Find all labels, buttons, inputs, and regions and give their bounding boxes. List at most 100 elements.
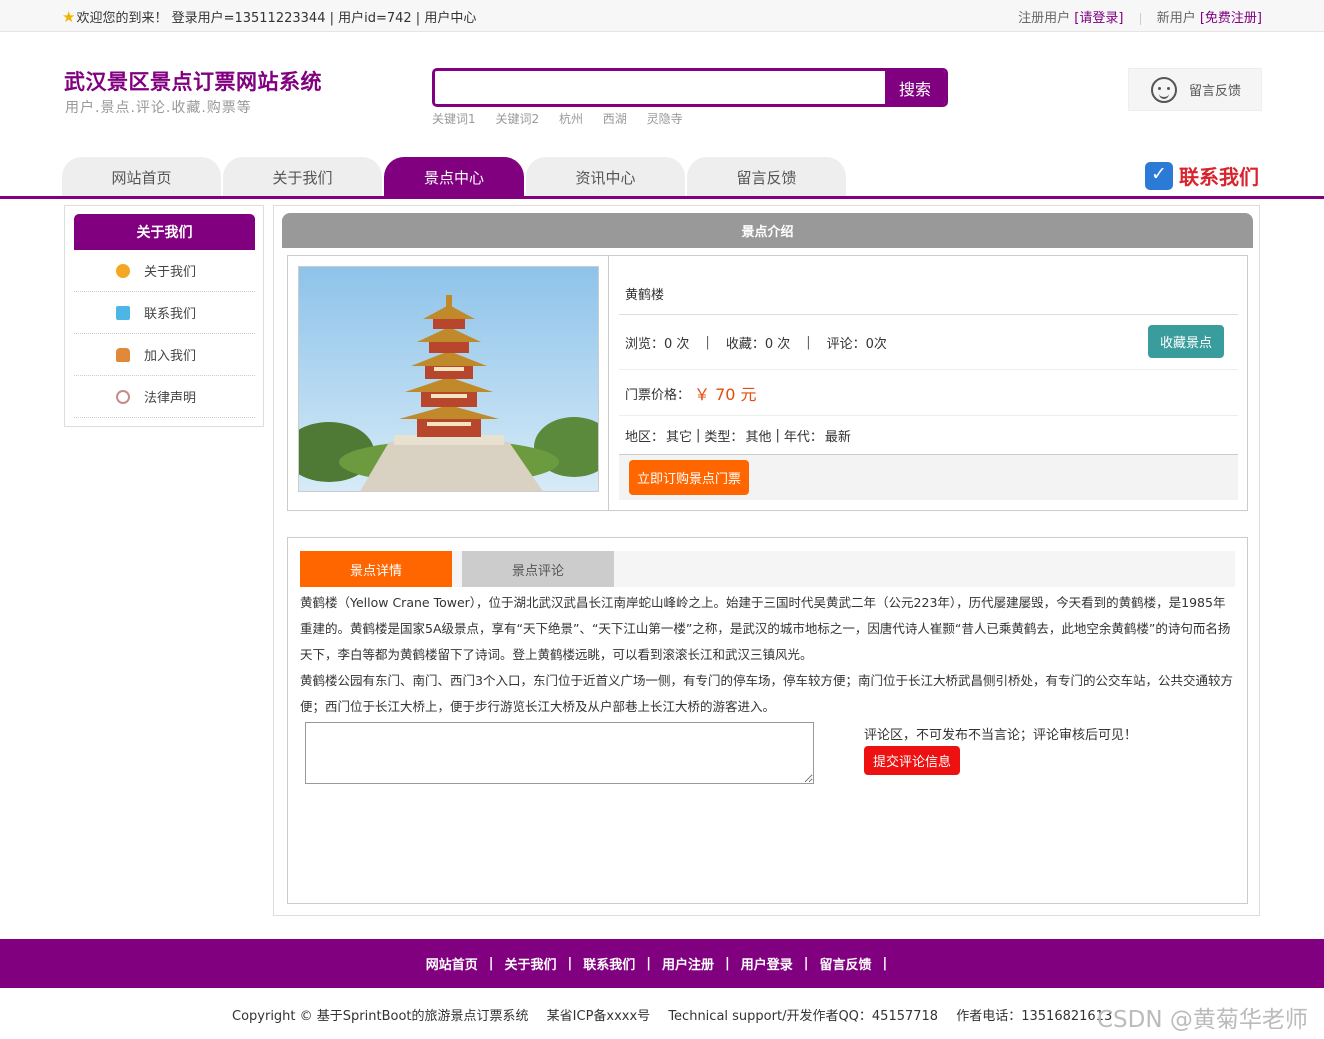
nav-underline	[0, 196, 1324, 199]
nav-news[interactable]: 资讯中心	[526, 157, 685, 197]
views-count: 0 次	[664, 336, 690, 352]
contact-label: 联系我们	[1179, 165, 1259, 189]
nav-home[interactable]: 网站首页	[62, 157, 221, 197]
type-label: 类型：	[704, 430, 744, 445]
attraction-name: 黄鹤楼	[625, 287, 665, 303]
sidebar-item-contact[interactable]: 联系我们	[74, 292, 255, 334]
copyright: Copyright © 基于SprintBoot的旅游景点订票系统 某省ICP备…	[232, 1005, 1126, 1024]
footer-link-home[interactable]: 网站首页	[426, 954, 478, 973]
divider	[1139, 12, 1141, 25]
tab-details[interactable]: 景点详情	[300, 551, 452, 587]
registered-user-label: 注册用户	[1018, 11, 1071, 26]
divider: |	[705, 334, 710, 350]
welcome-label: 欢迎您的到来！ 登录用户=13511223344 | 用户id=742 | 用户…	[76, 11, 477, 26]
submit-comment-button[interactable]: 提交评论信息	[864, 746, 961, 775]
contact-us-link[interactable]: 联系我们	[1145, 161, 1259, 190]
sidebar-item-about[interactable]: 关于我们	[74, 250, 255, 292]
section-title: 景点介绍	[282, 213, 1253, 248]
new-user-label: 新用户	[1156, 11, 1196, 26]
keyword-link[interactable]: 西湖	[603, 112, 627, 126]
price-label: 门票价格：	[625, 387, 691, 403]
auth-links: 注册用户 [请登录] 新用户 [免费注册]	[1018, 7, 1262, 26]
era-label: 年代：	[783, 430, 823, 445]
customer-service-icon	[1151, 76, 1177, 103]
contact-icon	[1145, 161, 1173, 190]
lock-icon	[116, 347, 130, 362]
feedback-label: 留言反馈	[1189, 84, 1242, 99]
nav-about[interactable]: 关于我们	[223, 157, 382, 197]
sidebar-item-label: 加入我们	[144, 349, 197, 364]
register-link[interactable]: [免费注册]	[1200, 11, 1262, 26]
hot-keywords: 关键词1 关键词2 杭州 西湖 灵隐寺	[432, 110, 699, 127]
views-label: 浏览：	[625, 336, 665, 352]
welcome-text: ★ 欢迎您的到来！ 登录用户=13511223344 | 用户id=742 | …	[62, 7, 477, 27]
image-column	[288, 256, 609, 510]
attraction-name-row: 黄鹤楼	[619, 278, 1238, 308]
favorite-button[interactable]: 收藏景点	[1148, 325, 1224, 358]
footer-link-contact[interactable]: 联系我们	[583, 954, 635, 973]
clipboard-icon	[116, 305, 130, 320]
sidebar-item-label: 关于我们	[144, 265, 197, 280]
support-text: Technical support/开发作者QQ：45157718	[668, 1009, 939, 1024]
description-paragraph: 黄鹤楼（Yellow Crane Tower），位于湖北武汉武昌长江南岸蛇山峰岭…	[300, 595, 1231, 662]
search-input[interactable]	[435, 71, 885, 104]
keyword-link[interactable]: 关键词1	[432, 112, 476, 126]
type-value: 其他	[745, 430, 772, 445]
sidebar: 关于我们 关于我们 联系我们 加入我们 法律声明	[64, 205, 264, 427]
sidebar-item-join[interactable]: 加入我们	[74, 334, 255, 376]
attraction-info: 黄鹤楼 浏览： 0 次 | 收藏： 0 次 | 评论： 0次 收藏景点 门票价格…	[287, 255, 1248, 511]
favs-label: 收藏：	[725, 336, 765, 352]
feedback-button[interactable]: 留言反馈	[1128, 68, 1262, 111]
description: 黄鹤楼（Yellow Crane Tower），位于湖北武汉武昌长江南岸蛇山峰岭…	[300, 590, 1235, 720]
nav-attractions[interactable]: 景点中心	[384, 157, 524, 197]
comment-input[interactable]	[305, 722, 814, 784]
comment-note: 评论区，不可发布不当言论；评论审核后可见！	[864, 728, 1138, 743]
site-title: 武汉景区景点订票网站系统	[64, 70, 322, 94]
search-box: 搜索	[432, 68, 948, 107]
footer-link-feedback[interactable]: 留言反馈	[820, 954, 872, 973]
detail-tabs: 景点详情 景点评论	[300, 551, 1235, 587]
stats-row: 浏览： 0 次 | 收藏： 0 次 | 评论： 0次 收藏景点	[619, 314, 1238, 370]
search-button[interactable]: 搜索	[885, 71, 945, 104]
tab-comments[interactable]: 景点评论	[462, 551, 614, 587]
sidebar-title: 关于我们	[74, 214, 255, 250]
meta-row: 地区： 其它 | 类型： 其他 | 年代： 最新	[625, 428, 851, 445]
footer-link-register[interactable]: 用户注册	[662, 954, 714, 973]
detail-panel: 景点详情 景点评论 黄鹤楼（Yellow Crane Tower），位于湖北武汉…	[287, 537, 1248, 904]
site-subtitle: 用户.景点.评论.收藏.购票等	[65, 100, 252, 116]
footer-link-login[interactable]: 用户登录	[741, 954, 793, 973]
main-content: 景点介绍 黄鹤楼 浏览： 0 次 | 收藏： 0 次 | 评论： 0次 收藏景点…	[273, 205, 1260, 916]
login-link[interactable]: [请登录]	[1074, 11, 1123, 26]
sidebar-item-label: 法律声明	[144, 391, 197, 406]
coin-icon	[116, 263, 130, 278]
attraction-photo	[298, 266, 599, 492]
footer-link-about[interactable]: 关于我们	[504, 954, 556, 973]
price-row: 门票价格： ￥ 70 元	[619, 371, 1238, 416]
price-value: ￥ 70 元	[694, 385, 757, 404]
divider: |	[806, 334, 811, 350]
keyword-link[interactable]: 关键词2	[495, 112, 539, 126]
description-paragraph: 黄鹤楼公园有东门、南门、西门3个入口，东门位于近首义广场一侧，有专门的停车场，停…	[300, 673, 1233, 714]
favs-count: 0 次	[764, 336, 791, 352]
sidebar-item-legal[interactable]: 法律声明	[74, 376, 255, 418]
copyright-text: Copyright © 基于SprintBoot的旅游景点订票系统	[232, 1009, 529, 1024]
star-icon: ★	[62, 7, 76, 26]
footer-nav: 网站首页 | 关于我们 | 联系我们 | 用户注册 | 用户登录 | 留言反馈 |	[0, 939, 1324, 988]
power-icon	[116, 389, 130, 404]
sidebar-item-label: 联系我们	[144, 307, 197, 322]
region-value: 其它	[666, 430, 693, 445]
comments-count: 0次	[865, 336, 887, 352]
keyword-link[interactable]: 灵隐寺	[647, 112, 683, 126]
comments-label: 评论：	[826, 336, 866, 352]
main-nav: 网站首页 关于我们 景点中心 资讯中心 留言反馈	[62, 157, 848, 197]
watermark: CSDN @黄菊华老师	[1097, 1007, 1308, 1033]
keyword-link[interactable]: 杭州	[559, 112, 583, 126]
region-label: 地区：	[625, 430, 665, 445]
icp-text: 某省ICP备xxxx号	[546, 1009, 651, 1024]
era-value: 最新	[824, 430, 851, 445]
top-bar: ★ 欢迎您的到来！ 登录用户=13511223344 | 用户id=742 | …	[0, 0, 1324, 32]
buy-ticket-button[interactable]: 立即订购景点门票	[629, 460, 750, 495]
phone-text: 作者电话：13516821613	[956, 1009, 1113, 1024]
buy-row: 立即订购景点门票	[619, 454, 1238, 500]
nav-feedback[interactable]: 留言反馈	[687, 157, 846, 197]
